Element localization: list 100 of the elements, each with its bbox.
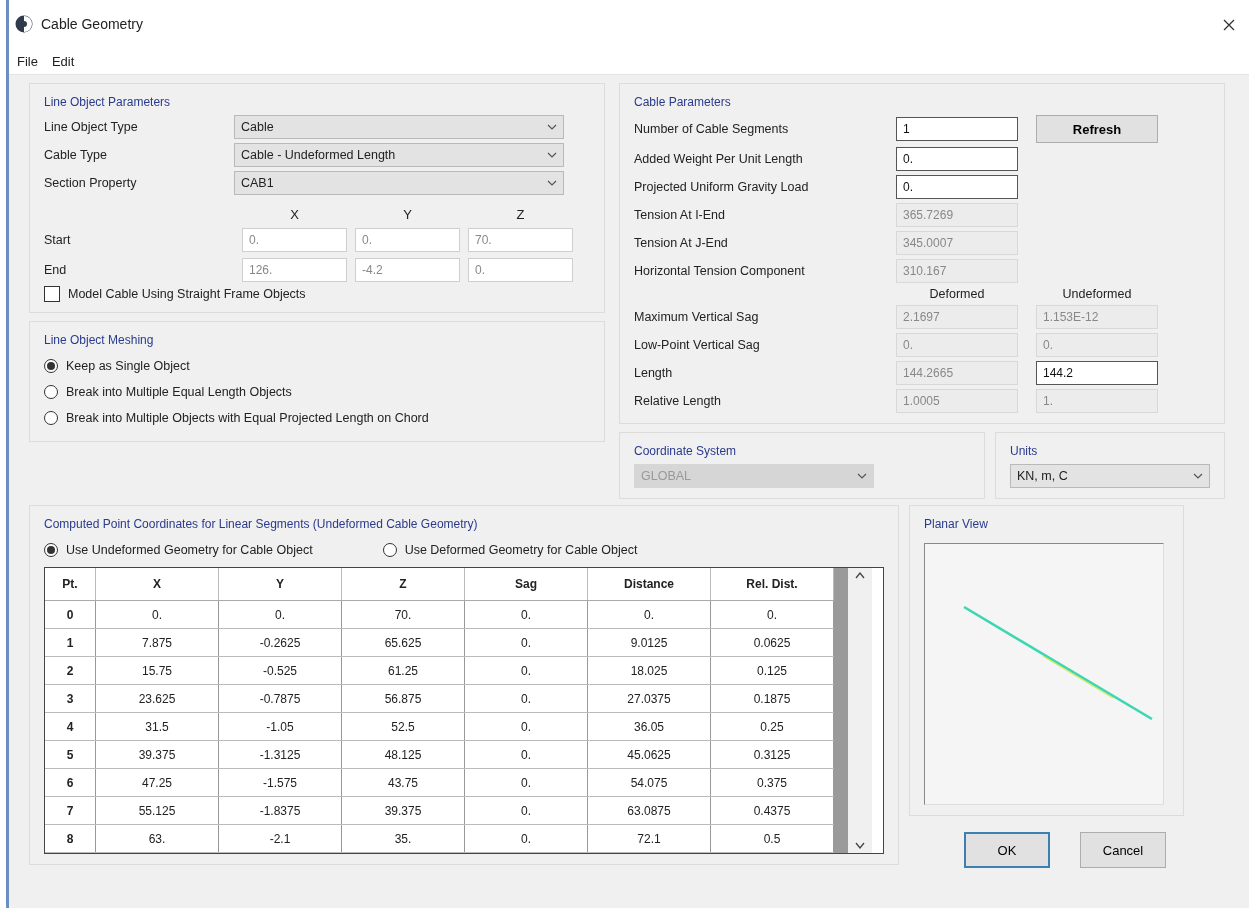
column-header: Distance [587, 568, 711, 601]
table-cell: 0. [218, 600, 342, 629]
table-cell: 4 [45, 712, 96, 741]
radio-button[interactable] [44, 411, 58, 425]
column-header: Y [402, 207, 413, 222]
checkbox[interactable] [44, 286, 60, 302]
dropdown[interactable]: Cable [234, 115, 564, 139]
radio-button[interactable] [44, 359, 58, 373]
chevron-down-icon [547, 180, 557, 186]
table-cell: 63.0875 [587, 796, 711, 825]
table-cell: 0.375 [710, 768, 834, 797]
chevron-down-icon [1193, 473, 1203, 479]
field-label: Low-Point Vertical Sag [634, 338, 761, 352]
cancel-button[interactable]: Cancel [1080, 832, 1166, 868]
column-header: Sag [464, 568, 588, 601]
table-cell: 65.625 [341, 628, 465, 657]
input-field[interactable]: 0. [896, 147, 1018, 171]
radio-button[interactable] [382, 543, 397, 557]
dropdown[interactable]: CAB1 [234, 171, 564, 195]
table-cell: 0. [710, 600, 834, 629]
menu-item[interactable]: Edit [51, 53, 75, 69]
table-cell: 2 [45, 656, 96, 685]
radio-label: Use Deformed Geometry for Cable Object [404, 543, 638, 557]
table-cell: 0.25 [710, 712, 834, 741]
ok-button[interactable]: OK [964, 832, 1050, 868]
field-label: Maximum Vertical Sag [634, 310, 760, 324]
table-cell: 31.5 [95, 712, 219, 741]
table-cell: 0. [464, 824, 588, 853]
table-cell: 39.375 [95, 740, 219, 769]
table-cell: 0. [464, 628, 588, 657]
group-title: Coordinate System [634, 444, 737, 458]
input-field[interactable]: -4.2 [355, 258, 460, 282]
table-cell: 39.375 [341, 796, 465, 825]
table-cell: 0. [464, 712, 588, 741]
table-cell: 43.75 [341, 768, 465, 797]
table-cell: 9.0125 [587, 628, 711, 657]
table-cell: -0.7875 [218, 684, 342, 713]
table-cell: 5 [45, 740, 96, 769]
table-cell: 0. [464, 600, 588, 629]
table-cell: 0. [464, 796, 588, 825]
radio-button[interactable] [44, 543, 58, 557]
dropdown[interactable]: KN, m, C [1010, 464, 1210, 488]
table-cell: 7 [45, 796, 96, 825]
input-field[interactable]: 0. [468, 258, 573, 282]
input-field[interactable]: 144.2 [1036, 361, 1158, 385]
table-cell: 23.625 [95, 684, 219, 713]
radio-label: Break into Multiple Equal Length Objects [66, 385, 292, 399]
field-label: End [44, 263, 68, 277]
column-header: Undeformed [1061, 287, 1133, 301]
input-field[interactable]: 126. [242, 258, 347, 282]
field-label: Number of Cable Segments [634, 122, 790, 136]
chevron-down-icon [857, 473, 867, 479]
table-cell: 3 [45, 684, 96, 713]
input-field[interactable]: 0. [242, 228, 347, 252]
table-cell: 61.25 [341, 656, 465, 685]
table-cell: 36.05 [587, 712, 711, 741]
field-label: Line Object Type [44, 120, 139, 134]
input-field[interactable]: 70. [468, 228, 573, 252]
app-logo-icon [15, 15, 33, 33]
column-header: X [95, 568, 219, 601]
table-cell: -1.575 [218, 768, 342, 797]
field-label: Start [44, 233, 72, 247]
field-label: Added Weight Per Unit Length [634, 152, 804, 166]
table-cell: 47.25 [95, 768, 219, 797]
field-label: Horizontal Tension Component [634, 264, 806, 278]
group-title: Units [1010, 444, 1038, 458]
input-field[interactable]: 1 [896, 117, 1018, 141]
radio-button[interactable] [44, 385, 58, 399]
table-cell: 1 [45, 628, 96, 657]
table-cell: 15.75 [95, 656, 219, 685]
checkbox-label: Model Cable Using Straight Frame Objects [68, 287, 306, 301]
table-cell: 0.125 [710, 656, 834, 685]
field-label: Cable Type [44, 148, 108, 162]
table-cell: 0.3125 [710, 740, 834, 769]
table-cell: -1.3125 [218, 740, 342, 769]
table-cell: 0. [95, 600, 219, 629]
table-cell: 0. [464, 768, 588, 797]
column-header: Z [341, 568, 465, 601]
table-cell: 72.1 [587, 824, 711, 853]
input-field[interactable]: 0. [896, 175, 1018, 199]
table-cell: -1.05 [218, 712, 342, 741]
group-title: Line Object Meshing [44, 333, 154, 347]
table-cell: 63. [95, 824, 219, 853]
scrollbar[interactable] [834, 568, 872, 853]
table-cell: 35. [341, 824, 465, 853]
column-header: Pt. [45, 568, 96, 601]
column-header: Z [515, 207, 526, 222]
table-cell: 0.1875 [710, 684, 834, 713]
table-cell: 0.4375 [710, 796, 834, 825]
group-title: Planar View [924, 517, 988, 531]
table-cell: 8 [45, 824, 96, 853]
field-label: Section Property [44, 176, 138, 190]
table-cell: 7.875 [95, 628, 219, 657]
field-label: Tension At I-End [634, 208, 727, 222]
refresh-button[interactable]: Refresh [1036, 115, 1158, 143]
table-cell: 54.075 [587, 768, 711, 797]
input-field[interactable]: 0. [355, 228, 460, 252]
table-cell: 18.025 [587, 656, 711, 685]
dropdown[interactable]: Cable - Undeformed Length [234, 143, 564, 167]
menu-item[interactable]: File [17, 53, 38, 69]
